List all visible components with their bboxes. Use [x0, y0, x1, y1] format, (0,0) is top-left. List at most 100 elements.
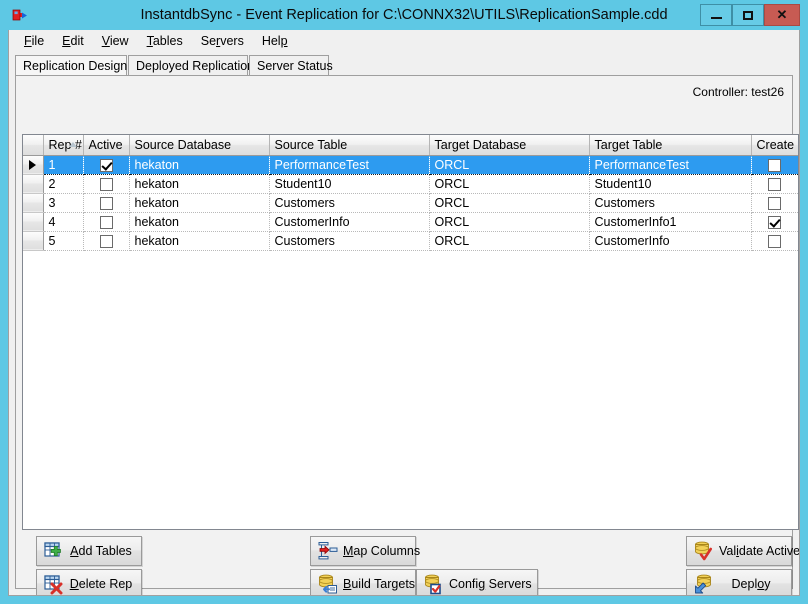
cell-rep-number[interactable]: 4 — [43, 212, 83, 231]
client-area: File Edit View Tables Servers Help Repli… — [8, 30, 800, 596]
config-servers-label: Config Servers — [449, 577, 540, 591]
column-label: Source Table — [275, 138, 348, 152]
menu-help[interactable]: Help — [253, 32, 297, 50]
minimize-button[interactable] — [700, 4, 732, 26]
window-title: InstantdbSync - Event Replication for C:… — [0, 0, 808, 30]
checkbox-checked-icon[interactable] — [768, 216, 781, 229]
cell-target-table[interactable]: CustomerInfo — [589, 231, 751, 250]
menu-view[interactable]: View — [93, 32, 138, 50]
table-row[interactable]: 5 hekatonCustomersORCLCustomerInfo — [23, 231, 798, 250]
table-body: 1hekatonPerformanceTestORCLPerformanceTe… — [23, 155, 798, 250]
checkbox-unchecked-icon[interactable] — [100, 216, 113, 229]
cell-source-table[interactable]: Student10 — [269, 174, 429, 193]
menu-servers[interactable]: Servers — [192, 32, 253, 50]
cell-target-database[interactable]: ORCL — [429, 193, 589, 212]
add-tables-button[interactable]: Add Tables — [36, 536, 142, 566]
checkbox-unchecked-icon[interactable] — [100, 197, 113, 210]
cell-source-database[interactable]: hekaton — [129, 193, 269, 212]
cell-target-database[interactable]: ORCL — [429, 155, 589, 174]
cell-create-checkbox[interactable] — [751, 193, 798, 212]
tab-replication-design[interactable]: Replication Design — [15, 55, 127, 76]
cell-target-database[interactable]: ORCL — [429, 212, 589, 231]
checkbox-unchecked-icon[interactable] — [100, 235, 113, 248]
cell-active-checkbox[interactable] — [83, 231, 129, 250]
row-header-corner — [23, 135, 43, 155]
delete-rep-button[interactable]: Delete Rep — [36, 569, 142, 596]
cell-active-checkbox[interactable] — [83, 193, 129, 212]
replication-grid[interactable]: Rep # Active Source Database Source Tabl… — [22, 134, 799, 530]
cell-source-database[interactable]: hekaton — [129, 174, 269, 193]
cell-rep-number[interactable]: 5 — [43, 231, 83, 250]
cell-target-table[interactable]: PerformanceTest — [589, 155, 751, 174]
table-delete-icon — [43, 573, 65, 595]
checkbox-unchecked-icon[interactable] — [768, 159, 781, 172]
map-columns-button[interactable]: Map Columns — [310, 536, 416, 566]
delete-rep-label: Delete Rep — [69, 577, 141, 591]
sort-ascending-icon — [69, 142, 77, 147]
cell-target-database[interactable]: ORCL — [429, 231, 589, 250]
cell-source-table[interactable]: PerformanceTest — [269, 155, 429, 174]
column-label: Source Database — [135, 138, 232, 152]
cell-active-checkbox[interactable] — [83, 155, 129, 174]
cell-target-table[interactable]: Customers — [589, 193, 751, 212]
row-header-cell[interactable] — [23, 212, 43, 231]
cell-active-checkbox[interactable] — [83, 212, 129, 231]
cell-create-checkbox[interactable] — [751, 212, 798, 231]
row-header-cell[interactable] — [23, 174, 43, 193]
deploy-label: Deploy — [719, 577, 791, 591]
build-targets-button[interactable]: Build Targets — [310, 569, 416, 596]
table-row[interactable]: 3hekatonCustomersORCLCustomers — [23, 193, 798, 212]
checkbox-unchecked-icon[interactable] — [768, 178, 781, 191]
replication-table: Rep # Active Source Database Source Tabl… — [23, 135, 798, 251]
checkbox-unchecked-icon[interactable] — [768, 197, 781, 210]
column-header-rep-number[interactable]: Rep # — [43, 135, 83, 155]
config-servers-button[interactable]: Config Servers — [416, 569, 538, 596]
table-row[interactable]: 4 hekatonCustomerInfoORCLCustomerInfo1 — [23, 212, 798, 231]
row-header-cell[interactable] — [23, 193, 43, 212]
cell-source-database[interactable]: hekaton — [129, 231, 269, 250]
checkbox-unchecked-icon[interactable] — [100, 178, 113, 191]
cell-source-table[interactable]: Customers — [269, 193, 429, 212]
cell-target-database[interactable]: ORCL — [429, 174, 589, 193]
table-add-icon — [43, 540, 65, 562]
table-row[interactable]: 1hekatonPerformanceTestORCLPerformanceTe… — [23, 155, 798, 174]
cell-active-checkbox[interactable] — [83, 174, 129, 193]
cell-create-checkbox[interactable] — [751, 155, 798, 174]
cell-rep-number[interactable]: 3 — [43, 193, 83, 212]
database-config-icon — [423, 573, 445, 595]
maximize-button[interactable] — [732, 4, 764, 26]
checkbox-checked-icon[interactable] — [100, 159, 113, 172]
column-header-create[interactable]: Create — [751, 135, 798, 155]
table-header-row: Rep # Active Source Database Source Tabl… — [23, 135, 798, 155]
cell-source-table[interactable]: Customers — [269, 231, 429, 250]
maximize-icon — [743, 11, 753, 20]
column-header-source-database[interactable]: Source Database — [129, 135, 269, 155]
cell-rep-number[interactable]: 1 — [43, 155, 83, 174]
column-header-target-table[interactable]: Target Table — [589, 135, 751, 155]
menu-tables[interactable]: Tables — [138, 32, 192, 50]
tab-deployed-replications[interactable]: Deployed Replications — [128, 55, 248, 76]
column-header-source-table[interactable]: Source Table — [269, 135, 429, 155]
cell-source-database[interactable]: hekaton — [129, 155, 269, 174]
row-header-cell[interactable] — [23, 155, 43, 174]
close-button[interactable]: ✕ — [764, 4, 800, 26]
row-header-cell[interactable] — [23, 231, 43, 250]
cell-rep-number[interactable]: 2 — [43, 174, 83, 193]
cell-source-table[interactable]: CustomerInfo — [269, 212, 429, 231]
menu-file[interactable]: File — [15, 32, 53, 50]
column-header-active[interactable]: Active — [83, 135, 129, 155]
cell-source-database[interactable]: hekaton — [129, 212, 269, 231]
map-columns-icon — [317, 540, 339, 562]
cell-target-table[interactable]: CustomerInfo1 — [589, 212, 751, 231]
cell-create-checkbox[interactable] — [751, 174, 798, 193]
cell-target-table[interactable]: Student10 — [589, 174, 751, 193]
table-row[interactable]: 2hekatonStudent10ORCLStudent10 — [23, 174, 798, 193]
checkbox-unchecked-icon[interactable] — [768, 235, 781, 248]
validate-active-button[interactable]: Validate Active — [686, 536, 792, 566]
deploy-button[interactable]: Deploy — [686, 569, 792, 596]
title-bar: InstantdbSync - Event Replication for C:… — [0, 0, 808, 30]
cell-create-checkbox[interactable] — [751, 231, 798, 250]
menu-edit[interactable]: Edit — [53, 32, 93, 50]
column-header-target-database[interactable]: Target Database — [429, 135, 589, 155]
tab-server-status[interactable]: Server Status — [249, 55, 329, 76]
